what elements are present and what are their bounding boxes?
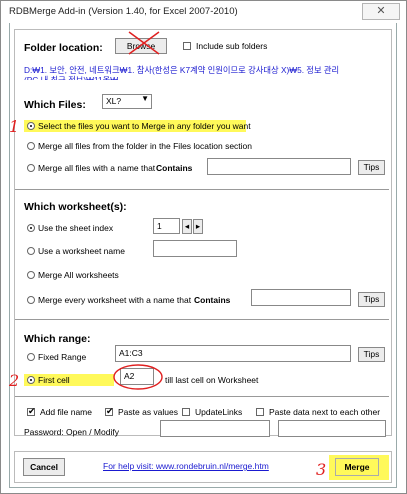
footer-frame: Cancel For help visit: www.rondebruin.nl… <box>14 451 392 483</box>
radio-select-files[interactable] <box>27 122 35 130</box>
folder-location-label: Folder location: <box>24 42 103 54</box>
include-subfolders-label: Include sub folders <box>196 41 268 51</box>
radio-sheet-index[interactable] <box>27 224 35 232</box>
radio-first-cell[interactable] <box>27 376 35 384</box>
paste-next-checkbox[interactable] <box>256 408 264 416</box>
close-button[interactable]: ✕ <box>362 3 400 20</box>
radio-select-files-label: Select the files you want to Merge in an… <box>38 121 251 131</box>
radio-merge-all-worksheets-label: Merge All worksheets <box>38 270 119 280</box>
update-links-checkbox[interactable] <box>182 408 190 416</box>
radio-fixed-range-label: Fixed Range <box>38 352 87 362</box>
dialog-window: RDBMerge Add-in (Version 1.40, for Excel… <box>0 0 407 494</box>
sheet-index-input[interactable]: 1 <box>153 218 180 234</box>
which-range-label: Which range: <box>24 333 91 345</box>
annotation-three: 3 <box>316 460 327 479</box>
spin-left-button[interactable]: ◂ <box>182 219 192 234</box>
worksheet-contains-input[interactable] <box>251 289 351 306</box>
cross-mark-annotation <box>128 31 160 55</box>
include-subfolders-checkbox[interactable] <box>183 42 191 50</box>
add-file-name-label: Add file name <box>40 407 92 417</box>
radio-worksheet-name[interactable] <box>27 247 35 255</box>
cancel-button[interactable]: Cancel <box>23 458 65 476</box>
worksheet-tips-button[interactable]: Tips <box>358 292 385 307</box>
file-type-select[interactable]: XL? ▼ <box>102 94 152 109</box>
spin-right-button[interactable]: ▸ <box>193 219 203 234</box>
radio-merge-name-contains[interactable] <box>27 164 35 172</box>
radio-sheet-index-label: Use the sheet index <box>38 223 114 233</box>
dialog-body: Folder location: Browse Include sub fold… <box>9 23 397 488</box>
paste-values-checkbox[interactable] <box>105 406 114 417</box>
radio-fixed-range[interactable] <box>27 353 35 361</box>
range-tips-button[interactable]: Tips <box>358 347 385 362</box>
worksheet-contains-label: Contains <box>194 295 231 305</box>
which-files-label: Which Files: <box>24 99 86 111</box>
radio-first-cell-label: First cell <box>38 375 70 385</box>
annotation-two: 2 <box>9 371 20 390</box>
options-frame: Which Files: XL? ▼ 1 Select the files yo… <box>9 89 392 437</box>
files-contains-label: Contains <box>156 163 193 173</box>
title-bar: RDBMerge Add-in (Version 1.40, for Excel… <box>1 1 406 23</box>
radio-merge-all-worksheets[interactable] <box>27 271 35 279</box>
radio-worksheet-name-label: Use a worksheet name <box>38 246 125 256</box>
radio-merge-worksheet-contains[interactable] <box>27 296 35 304</box>
annotation-one: 1 <box>9 117 20 136</box>
window-title: RDBMerge Add-in (Version 1.40, for Excel… <box>9 6 238 17</box>
password-label: Password: Open / Modify <box>24 427 119 437</box>
chevron-down-icon: ▼ <box>141 94 149 103</box>
password-open-input[interactable] <box>160 420 270 437</box>
paste-values-label: Paste as values <box>118 407 179 417</box>
merge-button[interactable]: Merge <box>335 458 379 476</box>
password-modify-input[interactable] <box>278 420 386 437</box>
which-worksheets-label: Which worksheet(s): <box>24 201 127 213</box>
circle-annotation <box>113 364 163 390</box>
separator-files <box>15 189 389 190</box>
folder-path-line2: (PC 내 최근 정보)₩11올₩ <box>24 75 119 80</box>
radio-merge-all-folder-label: Merge all files from the folder in the F… <box>38 141 253 151</box>
fixed-range-input[interactable]: A1:C3 <box>115 345 351 362</box>
radio-merge-name-contains-label: Merge all files with a name that <box>38 163 156 173</box>
help-link[interactable]: For help visit: www.rondebruin.nl/merge.… <box>103 461 269 471</box>
files-tips-button[interactable]: Tips <box>358 160 385 175</box>
till-last-cell-label: till last cell on Worksheet <box>165 375 259 385</box>
separator-worksheets <box>15 319 389 320</box>
radio-merge-all-folder[interactable] <box>27 142 35 150</box>
files-contains-input[interactable] <box>207 158 351 175</box>
update-links-label: UpdateLinks <box>195 407 243 417</box>
separator-range <box>15 396 389 397</box>
paste-next-label: Paste data next to each other <box>269 407 381 417</box>
add-file-name-checkbox[interactable] <box>27 406 36 417</box>
file-type-value: XL? <box>106 96 122 106</box>
radio-merge-worksheet-contains-label: Merge every worksheet with a name that <box>38 295 192 305</box>
worksheet-name-input[interactable] <box>153 240 237 257</box>
